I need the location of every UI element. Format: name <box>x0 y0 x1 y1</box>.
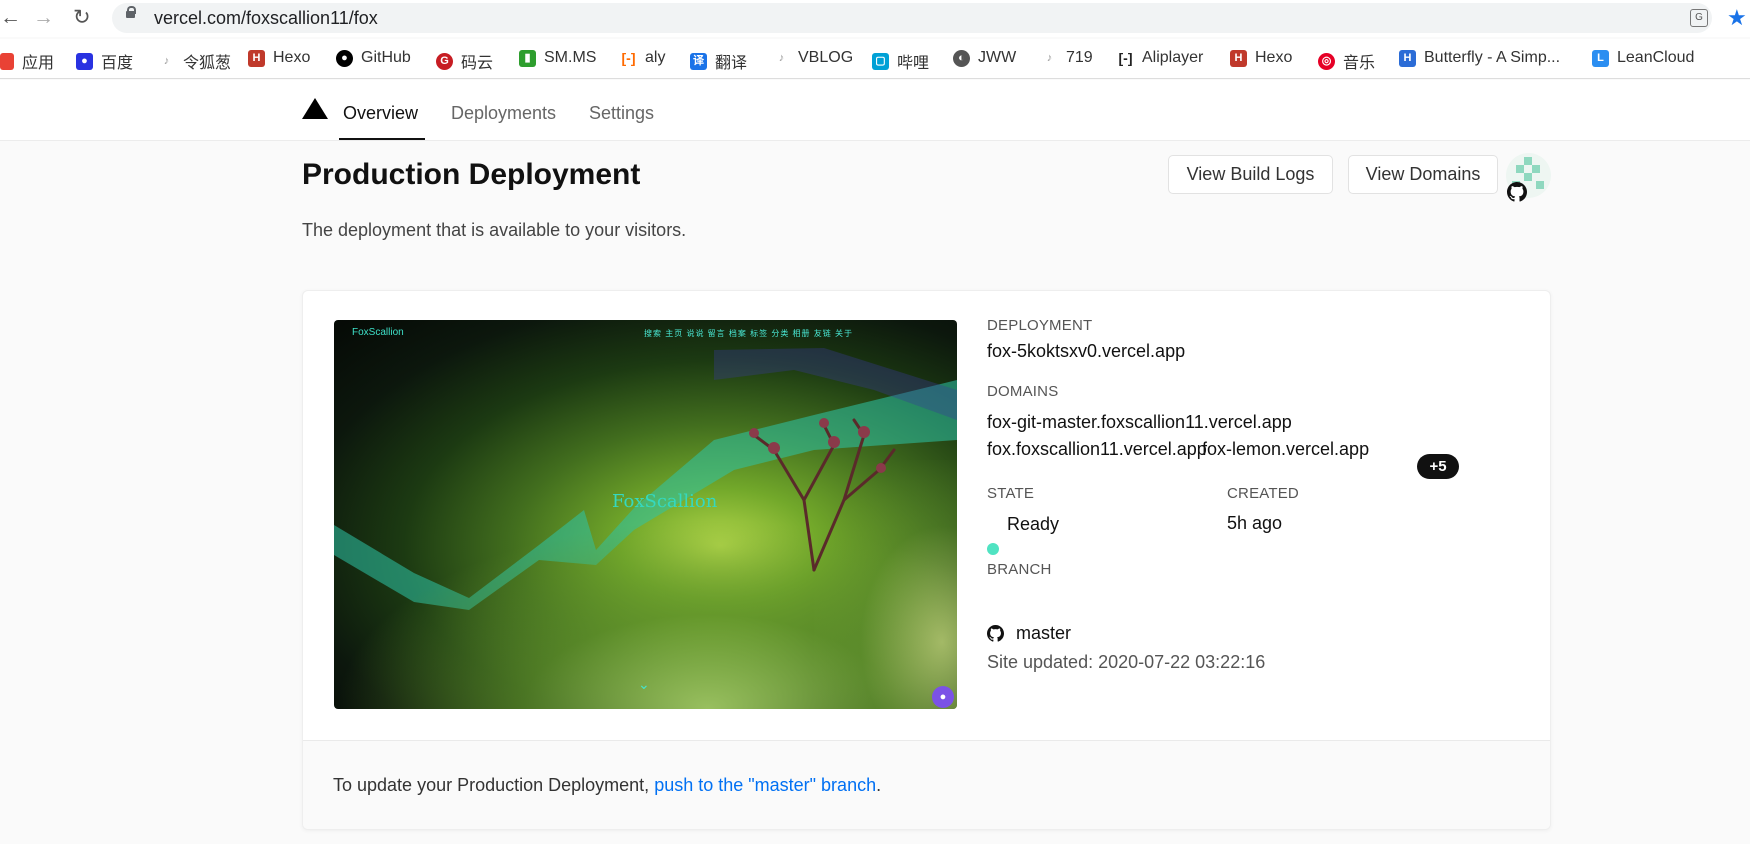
bookmark-item[interactable]: ♪ 令狐葱 <box>158 49 231 73</box>
bookmark-item[interactable]: H Hexo <box>248 49 310 69</box>
bookmark-item[interactable]: [-] Aliplayer <box>1117 49 1204 69</box>
page-subtitle: The deployment that is available to your… <box>302 220 687 240</box>
bookmark-item[interactable]: ● 百度 <box>76 49 133 72</box>
state-value: Ready <box>1007 514 1060 534</box>
bar-chart-icon: ▮ <box>519 49 536 67</box>
vercel-logo-icon[interactable] <box>302 98 328 119</box>
deployment-url-link[interactable]: fox-5koktsxv0.vercel.app <box>987 341 1185 362</box>
bookmark-item[interactable]: ◎ 音乐 <box>1318 49 1375 72</box>
bookmark-item[interactable]: 应用 <box>0 49 54 72</box>
deployment-label: DEPLOYMENT <box>987 317 1093 334</box>
status-dot-icon <box>987 543 999 555</box>
card-footer: To update your Production Deployment, pu… <box>303 740 1550 829</box>
bookmark-item[interactable]: ◐ JWW <box>953 49 1016 69</box>
apps-grid-icon <box>0 52 14 70</box>
globe-icon: ◐ <box>953 49 970 67</box>
music-note-icon: ♪ <box>1046 51 1053 64</box>
translate-icon[interactable]: G <box>1690 9 1708 27</box>
created-label: CREATED <box>1227 485 1299 502</box>
bookmark-item[interactable]: [-] aly <box>620 49 666 69</box>
preview-site-logo: FoxScallion <box>352 327 404 338</box>
back-arrow-icon[interactable]: ← <box>0 7 21 29</box>
lock-icon <box>126 6 136 18</box>
tab-overview[interactable]: Overview <box>343 103 418 124</box>
browser-toolbar: ← → ↻ vercel.com/foxscallion11/fox G ★ <box>0 0 1750 37</box>
footer-text-after: . <box>876 775 882 795</box>
branch-link[interactable]: master <box>1016 623 1071 644</box>
aliyun-icon: [-] <box>1118 49 1133 66</box>
github-icon: ● <box>336 49 353 67</box>
hexo-icon: H <box>1230 49 1247 67</box>
url-text[interactable]: vercel.com/foxscallion11/fox <box>154 8 378 29</box>
aliyun-icon: [-] <box>621 49 636 66</box>
translate-icon: 译 <box>690 52 707 70</box>
bookmark-item[interactable]: H Butterfly - A Simp... <box>1399 49 1560 69</box>
domains-label: DOMAINS <box>987 383 1059 400</box>
state-label: STATE <box>987 485 1035 502</box>
bookmark-item[interactable]: G 码云 <box>436 49 493 72</box>
chevron-down-icon: ⌄ <box>638 676 650 692</box>
more-domains-badge[interactable]: +5 <box>1417 454 1459 479</box>
gitee-icon: G <box>436 52 453 70</box>
bookmark-item[interactable]: ● GitHub <box>336 49 411 69</box>
domain-link[interactable]: fox-git-master.foxscallion11.vercel.app <box>987 412 1292 433</box>
bookmark-item[interactable]: H Hexo <box>1230 49 1292 69</box>
github-icon <box>987 625 1004 647</box>
created-value: 5h ago <box>1227 513 1283 533</box>
vercel-header: Overview Deployments Settings <box>0 80 1750 141</box>
deployment-preview-screenshot[interactable]: FoxScallion 搜索 主页 说说 留言 档案 标签 分类 相册 友链 关… <box>334 320 957 709</box>
bookmark-item[interactable]: ▢ 哔哩 <box>872 49 929 72</box>
forward-arrow-icon[interactable]: → <box>33 7 54 29</box>
music-note-icon: ♪ <box>163 54 170 67</box>
preview-site-menu: 搜索 主页 说说 留言 档案 标签 分类 相册 友链 关于 <box>644 329 854 338</box>
footer-text-before: To update your Production Deployment, <box>333 775 655 795</box>
bookmark-item[interactable]: ♪ VBLOG <box>773 49 853 69</box>
push-to-master-link[interactable]: push to the "master" branch <box>654 775 876 795</box>
bookmark-item[interactable]: 译翻译 <box>690 49 747 72</box>
site-updated-text: Site updated: 2020-07-22 03:22:16 <box>987 652 1266 672</box>
branch-label: BRANCH <box>987 561 1052 578</box>
view-build-logs-button[interactable]: View Build Logs <box>1168 155 1333 194</box>
leancloud-icon: L <box>1592 49 1609 67</box>
butterfly-h-icon: H <box>1399 49 1416 67</box>
github-icon <box>1507 182 1527 202</box>
domain-link[interactable]: fox.foxscallion11.vercel.app <box>987 439 1207 460</box>
preview-site-title: FoxScallion <box>612 491 718 512</box>
hexo-icon: H <box>248 49 265 67</box>
address-bar[interactable]: vercel.com/foxscallion11/fox <box>112 3 1712 33</box>
preview-plant-shape <box>749 418 896 572</box>
bookmarks-bar: 应用 ● 百度 ♪ 令狐葱 H Hexo ● GitHub G 码云 ▮ SM.MS [-]… <box>0 39 1750 79</box>
tab-settings[interactable]: Settings <box>589 103 654 124</box>
bookmark-item[interactable]: ▮ SM.MS <box>519 49 596 69</box>
footer-message: To update your Production Deployment, pu… <box>333 775 881 796</box>
bookmark-item[interactable]: L LeanCloud <box>1592 49 1694 69</box>
bookmark-star-icon[interactable]: ★ <box>1727 5 1747 31</box>
music-note-icon: ♪ <box>778 51 785 64</box>
page-title: Production Deployment <box>302 158 641 191</box>
bilibili-tv-icon: ▢ <box>872 52 889 70</box>
tab-deployments[interactable]: Deployments <box>451 103 556 124</box>
baidu-paw-icon: ● <box>76 52 93 70</box>
view-domains-button[interactable]: View Domains <box>1348 155 1498 194</box>
netease-music-icon: ◎ <box>1318 52 1335 70</box>
deployment-card: FoxScallion 搜索 主页 说说 留言 档案 标签 分类 相册 友链 关… <box>302 290 1551 830</box>
chat-bubble-icon: ● <box>932 686 954 708</box>
bookmark-item[interactable]: ♪ 719 <box>1041 49 1093 69</box>
active-tab-indicator <box>339 138 425 140</box>
reload-icon[interactable]: ↻ <box>73 7 91 29</box>
domain-link[interactable]: fox-lemon.vercel.app <box>1202 439 1369 460</box>
